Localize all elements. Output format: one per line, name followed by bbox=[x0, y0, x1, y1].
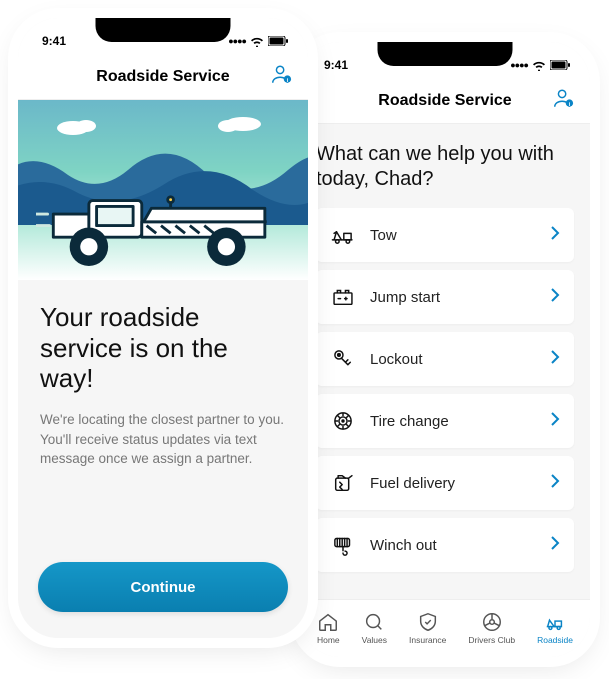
phone-right: 9:41 ●●●● Roadside Service i What can we… bbox=[300, 42, 590, 657]
tab-label: Roadside bbox=[537, 635, 573, 645]
chevron-right-icon bbox=[551, 412, 560, 431]
fuel-delivery-icon bbox=[330, 470, 356, 496]
help-prompt: What can we help you with today, Chad? bbox=[316, 142, 574, 192]
clouds-icon bbox=[18, 112, 308, 152]
navbar-title: Roadside Service bbox=[96, 68, 229, 86]
continue-button[interactable]: Continue bbox=[38, 562, 288, 612]
tab-label: Home bbox=[317, 635, 340, 645]
wifi-icon bbox=[250, 36, 264, 47]
chevron-right-icon bbox=[551, 226, 560, 245]
subcopy: We're locating the closest partner to yo… bbox=[40, 410, 286, 469]
status-icons: ●●●● bbox=[228, 36, 288, 47]
drivers-club-icon bbox=[481, 611, 503, 633]
jump-start-icon bbox=[330, 284, 356, 310]
profile-icon[interactable]: i bbox=[270, 63, 292, 90]
tab-insurance[interactable]: Insurance bbox=[409, 611, 446, 645]
option-winch-out[interactable]: Winch out bbox=[316, 518, 574, 572]
option-label: Lockout bbox=[370, 351, 551, 368]
right-body: What can we help you with today, Chad? T… bbox=[300, 124, 590, 576]
chevron-right-icon bbox=[551, 288, 560, 307]
tab-label: Insurance bbox=[409, 635, 446, 645]
values-icon bbox=[363, 611, 385, 633]
continue-label: Continue bbox=[131, 579, 196, 596]
insurance-icon bbox=[417, 611, 439, 633]
tab-drivers-club[interactable]: Drivers Club bbox=[468, 611, 515, 645]
chevron-right-icon bbox=[551, 474, 560, 493]
tow-truck-icon bbox=[36, 166, 286, 272]
option-label: Tow bbox=[370, 227, 551, 244]
chevron-right-icon bbox=[551, 350, 560, 369]
notch bbox=[378, 42, 513, 66]
option-fuel-delivery[interactable]: Fuel delivery bbox=[316, 456, 574, 510]
roadside-icon bbox=[544, 611, 566, 633]
status-time: 9:41 bbox=[42, 34, 66, 48]
option-label: Winch out bbox=[370, 537, 551, 554]
navbar: Roadside Service i bbox=[300, 78, 590, 124]
battery-icon bbox=[550, 60, 570, 70]
notch bbox=[96, 18, 231, 42]
profile-icon[interactable]: i bbox=[552, 87, 574, 114]
tire-change-icon bbox=[330, 408, 356, 434]
status-icons: ●●●● bbox=[510, 60, 570, 71]
tow-icon bbox=[330, 222, 356, 248]
signal-icon: ●●●● bbox=[228, 36, 246, 46]
option-jump-start[interactable]: Jump start bbox=[316, 270, 574, 324]
wifi-icon bbox=[532, 60, 546, 71]
status-time: 9:41 bbox=[324, 58, 348, 72]
hero-illustration bbox=[18, 100, 308, 280]
lockout-icon bbox=[330, 346, 356, 372]
option-lockout[interactable]: Lockout bbox=[316, 332, 574, 386]
option-label: Tire change bbox=[370, 413, 551, 430]
service-options: Tow Jump start Lockout bbox=[316, 208, 574, 572]
signal-icon: ●●●● bbox=[510, 60, 528, 70]
headline: Your roadside service is on the way! bbox=[40, 302, 286, 394]
home-icon bbox=[317, 611, 339, 633]
tab-roadside[interactable]: Roadside bbox=[537, 611, 573, 645]
phone-left: 9:41 ●●●● Roadside Service i bbox=[18, 18, 308, 638]
battery-icon bbox=[268, 36, 288, 46]
option-label: Fuel delivery bbox=[370, 475, 551, 492]
option-tow[interactable]: Tow bbox=[316, 208, 574, 262]
navbar-title: Roadside Service bbox=[378, 92, 511, 110]
option-tire-change[interactable]: Tire change bbox=[316, 394, 574, 448]
navbar: Roadside Service i bbox=[18, 54, 308, 100]
winch-out-icon bbox=[330, 532, 356, 558]
chevron-right-icon bbox=[551, 536, 560, 555]
left-body: Your roadside service is on the way! We'… bbox=[18, 280, 308, 479]
tab-label: Values bbox=[362, 635, 387, 645]
option-label: Jump start bbox=[370, 289, 551, 306]
tab-home[interactable]: Home bbox=[317, 611, 340, 645]
tab-label: Drivers Club bbox=[468, 635, 515, 645]
tab-values[interactable]: Values bbox=[362, 611, 387, 645]
tabbar: Home Values Insurance Drivers Club Roads… bbox=[300, 599, 590, 657]
